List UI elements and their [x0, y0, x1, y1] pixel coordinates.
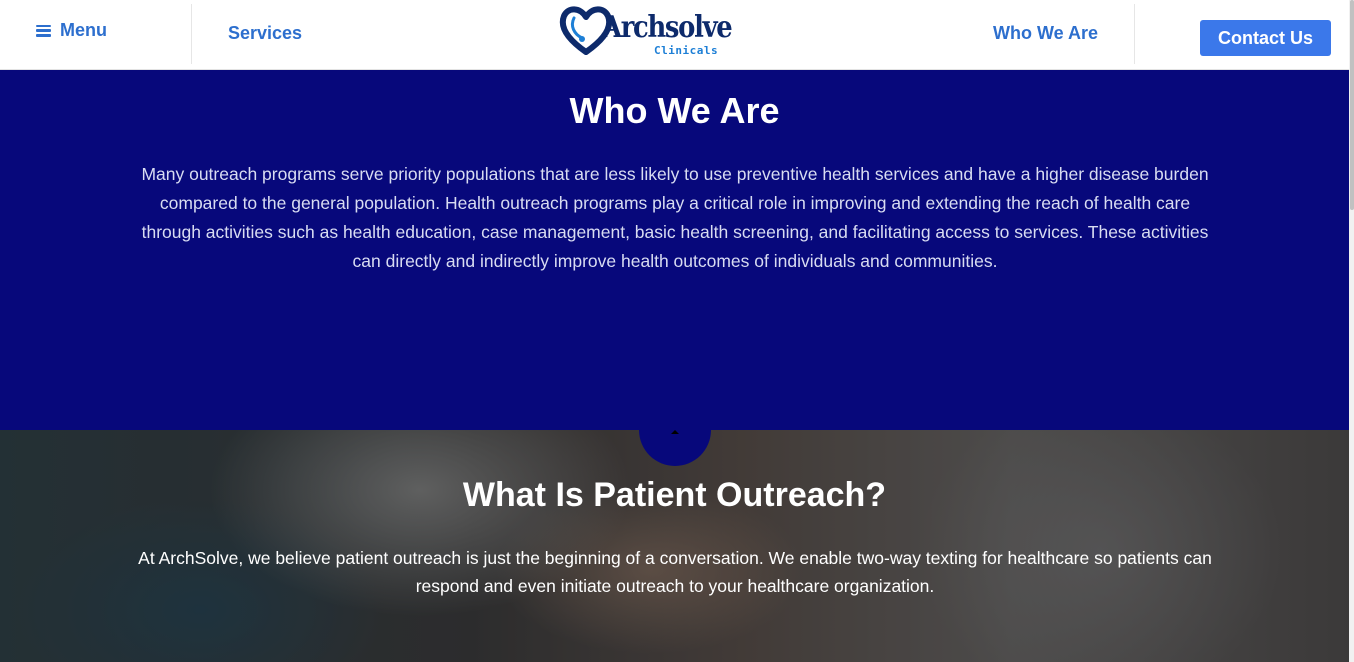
scrollbar-thumb[interactable]	[1350, 0, 1354, 210]
menu-button[interactable]: Menu	[36, 20, 107, 41]
who-we-are-text: Many outreach programs serve priority po…	[141, 164, 1209, 271]
nav-link-who-we-are[interactable]: Who We Are	[993, 23, 1098, 44]
logo-wordmark: Archsolve	[602, 10, 733, 45]
contact-us-button[interactable]: Contact Us	[1200, 20, 1331, 56]
hamburger-icon	[36, 24, 51, 37]
header-divider	[1134, 4, 1135, 64]
site-header: Menu Services Archsolve Clinicals Who We…	[0, 0, 1349, 70]
caret-up-icon	[671, 430, 679, 434]
outreach-text: At ArchSolve, we believe patient outreac…	[138, 548, 1212, 596]
nav-link-services[interactable]: Services	[228, 23, 302, 44]
who-we-are-title: Who We Are	[569, 90, 780, 131]
who-we-are-section: Who We Are Many outreach programs serve …	[0, 70, 1349, 430]
outreach-title: What Is Patient Outreach?	[462, 476, 887, 514]
header-divider	[191, 4, 192, 64]
page-scrollbar[interactable]	[1349, 0, 1354, 662]
site-logo[interactable]: Archsolve Clinicals	[558, 4, 738, 60]
logo-subtitle: Clinicals	[654, 44, 719, 57]
patient-outreach-section: What Is Patient Outreach? At ArchSolve, …	[0, 430, 1349, 662]
menu-label: Menu	[60, 20, 107, 40]
